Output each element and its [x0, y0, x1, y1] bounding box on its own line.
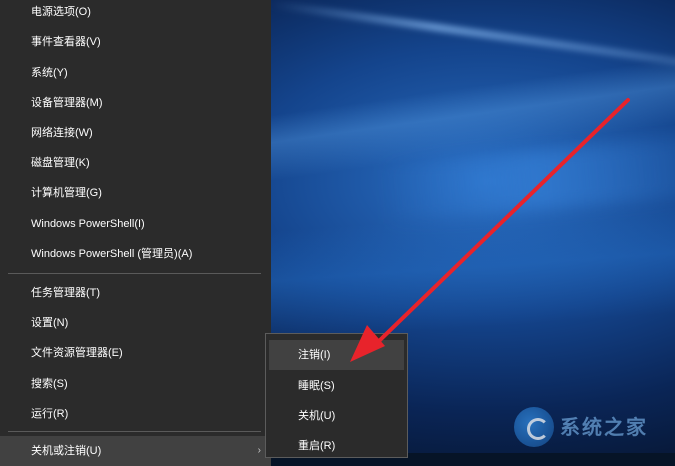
winx-context-menu: 电源选项(O) 事件查看器(V) 系统(Y) 设备管理器(M) 网络连接(W) … [0, 0, 271, 466]
watermark-circle-icon [514, 407, 554, 447]
menu-item-powershell-admin[interactable]: Windows PowerShell (管理员)(A) [0, 239, 271, 269]
menu-item-run[interactable]: 运行(R) [0, 399, 271, 429]
menu-item-file-explorer[interactable]: 文件资源管理器(E) [0, 338, 271, 368]
menu-item-task-manager[interactable]: 任务管理器(T) [0, 278, 271, 308]
submenu-item-sign-out[interactable]: 注销(I) [269, 340, 404, 370]
menu-item-computer-management[interactable]: 计算机管理(G) [0, 178, 271, 208]
menu-item-device-manager[interactable]: 设备管理器(M) [0, 88, 271, 118]
menu-item-network-connections[interactable]: 网络连接(W) [0, 118, 271, 148]
menu-item-settings[interactable]: 设置(N) [0, 308, 271, 338]
menu-separator [8, 273, 261, 274]
menu-item-shutdown-signout[interactable]: 关机或注销(U) › [0, 436, 271, 466]
watermark-logo: 系统之家 [510, 405, 675, 453]
submenu-item-sleep[interactable]: 睡眠(S) [269, 371, 404, 401]
wallpaper-light-beam [269, 0, 675, 67]
menu-item-powershell[interactable]: Windows PowerShell(I) [0, 209, 271, 239]
menu-item-search[interactable]: 搜索(S) [0, 369, 271, 399]
menu-item-power-options[interactable]: 电源选项(O) [0, 0, 271, 27]
shutdown-submenu: 注销(I) 睡眠(S) 关机(U) 重启(R) [265, 333, 408, 458]
submenu-item-shutdown[interactable]: 关机(U) [269, 401, 404, 431]
wallpaper-light-beam [377, 136, 675, 224]
menu-item-label: 关机或注销(U) [31, 445, 102, 457]
watermark-text: 系统之家 [560, 415, 648, 439]
menu-item-event-viewer[interactable]: 事件查看器(V) [0, 27, 271, 57]
menu-separator [8, 431, 261, 432]
menu-item-system[interactable]: 系统(Y) [0, 58, 271, 88]
chevron-right-icon: › [257, 445, 261, 456]
menu-item-disk-management[interactable]: 磁盘管理(K) [0, 148, 271, 178]
submenu-item-restart[interactable]: 重启(R) [269, 431, 404, 461]
